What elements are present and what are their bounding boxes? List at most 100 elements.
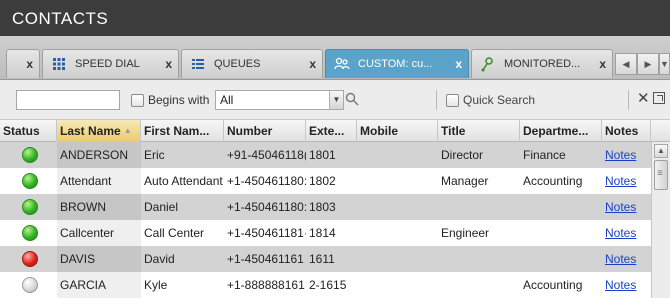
- list-icon: [190, 56, 206, 72]
- cell-mobile: [357, 168, 438, 194]
- clear-filter-icon[interactable]: ✕: [637, 89, 650, 107]
- cell-number: +1-888888161: [227, 278, 305, 292]
- cell-notes: Notes: [602, 272, 651, 298]
- cell-title: Manager: [441, 174, 489, 188]
- search-icon[interactable]: [345, 92, 359, 106]
- tab-label: SPEED DIAL: [75, 58, 140, 70]
- cell-notes: Notes: [602, 168, 651, 194]
- table-row[interactable]: Callcenter Call Center +1-450461181· 181…: [0, 220, 651, 246]
- cell-title: [438, 246, 520, 272]
- cell-last-name: Attendant: [57, 168, 141, 194]
- column-header-last-name[interactable]: Last Name ▲: [57, 120, 141, 142]
- status-available-icon: [22, 147, 38, 163]
- tab-scroll-left-icon[interactable]: ◀: [615, 53, 637, 75]
- column-header-notes[interactable]: Notes: [602, 120, 651, 142]
- column-header-department[interactable]: Departme...: [520, 120, 602, 142]
- table-row[interactable]: ANDERSON Eric +91-45046118( 1801 Directo…: [0, 142, 651, 168]
- tab-queues[interactable]: QUEUES x: [181, 49, 323, 78]
- cell-mobile: [357, 194, 438, 220]
- cell-department: Accounting: [523, 278, 583, 292]
- status-available-icon: [22, 225, 38, 241]
- column-header-status[interactable]: Status: [0, 120, 57, 142]
- cell-title: Director: [441, 148, 484, 162]
- tab-close-icon[interactable]: x: [309, 57, 316, 71]
- cell-last-name: DAVIS: [57, 246, 141, 272]
- cell-title: [438, 272, 520, 298]
- column-header-title[interactable]: Title: [438, 120, 520, 142]
- tab-strip: x SPEED DIAL x QUEUES x CUSTOM: cu... x …: [0, 36, 670, 80]
- cell-title: Engineer: [441, 226, 490, 240]
- cell-last-name: GARCIA: [57, 272, 141, 298]
- cell-notes: Notes: [602, 246, 651, 272]
- cell-number: +1-450461180:: [227, 200, 306, 214]
- tab-label: QUEUES: [214, 58, 261, 70]
- cell-notes: Notes: [602, 194, 651, 220]
- cell-number: +1-450461181·: [227, 226, 306, 240]
- tab-close-icon[interactable]: x: [165, 57, 172, 71]
- tab-close-icon[interactable]: x: [599, 57, 606, 71]
- notes-link[interactable]: Notes: [605, 252, 636, 266]
- tab-scroll-right-icon[interactable]: ▶: [637, 53, 659, 75]
- cell-department: [520, 246, 602, 272]
- cell-title: [438, 194, 520, 220]
- cell-last-name: ANDERSON: [57, 142, 141, 168]
- divider: [628, 90, 629, 110]
- column-header-number[interactable]: Number: [224, 120, 306, 142]
- cell-extension: 1802: [309, 174, 336, 188]
- scroll-thumb[interactable]: [654, 160, 668, 190]
- popout-icon[interactable]: [653, 92, 665, 104]
- filter-bar: Begins with All ▼ Quick Search ✕: [0, 80, 670, 120]
- tab-monitored[interactable]: MONITORED... x: [471, 49, 613, 78]
- vertical-scrollbar[interactable]: ▲: [651, 142, 670, 298]
- sort-ascending-icon: ▲: [123, 126, 132, 135]
- tab-label: CUSTOM: cu...: [358, 58, 433, 70]
- cell-last-name: Callcenter: [57, 220, 141, 246]
- cell-first-name: David: [144, 252, 175, 266]
- column-header-mobile[interactable]: Mobile: [357, 120, 438, 142]
- begins-with-label: Begins with: [148, 93, 210, 107]
- cell-number: +1-450461180:: [227, 174, 306, 188]
- cell-extension: 1814: [309, 226, 336, 240]
- cell-first-name: Eric: [144, 148, 165, 162]
- notes-link[interactable]: Notes: [605, 226, 636, 240]
- table-header: Status Last Name ▲ First Nam... Number Ex…: [0, 120, 670, 142]
- column-header-first-name[interactable]: First Nam...: [141, 120, 224, 142]
- quick-search-option[interactable]: Quick Search: [446, 93, 535, 107]
- notes-link[interactable]: Notes: [605, 174, 636, 188]
- table-row[interactable]: BROWN Daniel +1-450461180: 1803 Notes: [0, 194, 651, 220]
- cell-mobile: [357, 272, 438, 298]
- quick-search-checkbox[interactable]: [446, 93, 459, 107]
- tab-truncated[interactable]: x: [6, 49, 40, 78]
- contacts-table: Status Last Name ▲ First Nam... Number Ex…: [0, 120, 670, 298]
- tab-close-icon[interactable]: x: [26, 57, 33, 71]
- begins-with-checkbox[interactable]: [131, 93, 144, 107]
- tab-close-icon[interactable]: x: [455, 57, 462, 71]
- begins-with-option[interactable]: Begins with: [131, 93, 209, 107]
- notes-link[interactable]: Notes: [605, 148, 636, 162]
- title-bar: CONTACTS: [0, 0, 670, 36]
- status-available-icon: [22, 199, 38, 215]
- tab-speed-dial[interactable]: SPEED DIAL x: [42, 49, 179, 78]
- cell-first-name: Auto Attendant: [144, 174, 223, 188]
- filter-select-value: All: [220, 93, 234, 107]
- scroll-up-icon[interactable]: ▲: [654, 144, 668, 158]
- table-row[interactable]: Attendant Auto Attendant +1-450461180: 1…: [0, 168, 651, 194]
- cell-mobile: [357, 246, 438, 272]
- filter-select[interactable]: All ▼: [215, 90, 344, 110]
- cell-first-name: Call Center: [144, 226, 205, 240]
- tab-custom[interactable]: CUSTOM: cu... x: [325, 49, 469, 78]
- notes-link[interactable]: Notes: [605, 200, 636, 214]
- table-row[interactable]: DAVIS David +1-450461161 1611 Notes: [0, 246, 651, 272]
- cell-number: +91-45046118(: [227, 148, 306, 162]
- column-header-extension[interactable]: Exte...: [306, 120, 357, 142]
- cell-extension: 1801: [309, 148, 336, 162]
- tab-label: MONITORED...: [504, 58, 581, 70]
- cell-first-name: Daniel: [144, 200, 179, 214]
- monitored-icon: [480, 56, 496, 72]
- cell-mobile: [357, 142, 438, 168]
- chevron-down-icon[interactable]: ▼: [329, 91, 343, 109]
- tab-menu-icon[interactable]: ▼: [659, 53, 670, 75]
- table-row[interactable]: GARCIA Kyle +1-888888161 2-1615 Accounti…: [0, 272, 651, 298]
- notes-link[interactable]: Notes: [605, 278, 636, 292]
- search-input[interactable]: [16, 90, 120, 110]
